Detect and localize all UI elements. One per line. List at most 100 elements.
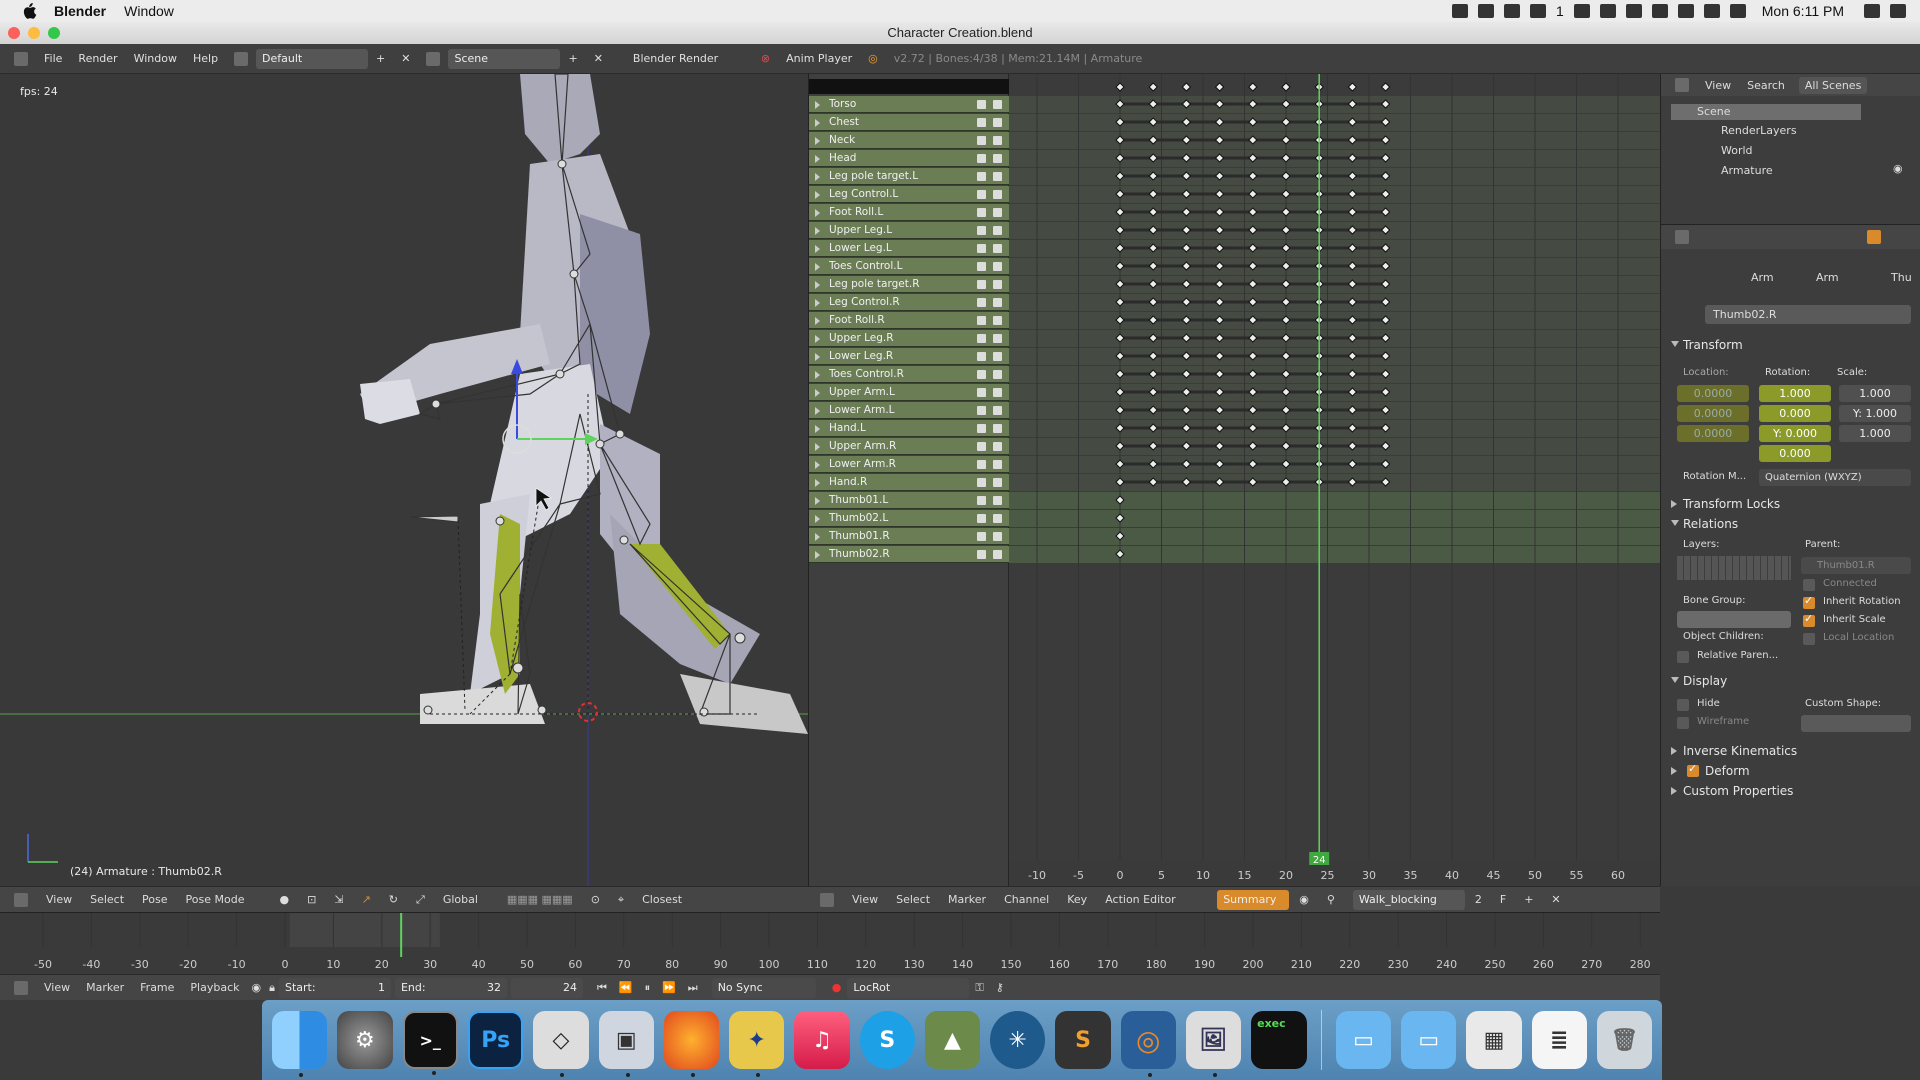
scene-field[interactable]: Scene bbox=[448, 48, 561, 69]
add-layout-button[interactable]: + bbox=[368, 49, 393, 69]
lock-icon[interactable] bbox=[993, 352, 1002, 361]
mute-speaker-icon[interactable] bbox=[977, 424, 986, 433]
wifi-icon[interactable] bbox=[1703, 4, 1720, 18]
terminal-icon[interactable]: >_ bbox=[402, 1011, 458, 1075]
channel-row[interactable]: Upper Arm.R bbox=[809, 438, 1009, 455]
relations-panel-header[interactable]: Relations bbox=[1667, 514, 1915, 534]
summary-channel[interactable] bbox=[809, 79, 1009, 94]
trash-icon[interactable]: 🗑︎ bbox=[1596, 1011, 1653, 1069]
expand-triangle-icon[interactable] bbox=[815, 119, 820, 127]
menu-file[interactable]: File bbox=[36, 49, 70, 69]
documents-folder-icon[interactable]: ▭ bbox=[1401, 1011, 1457, 1069]
insert-keyframe-icon[interactable]: ⚿ bbox=[969, 981, 989, 995]
time-machine-icon[interactable] bbox=[1651, 4, 1668, 18]
mute-speaker-icon[interactable] bbox=[977, 532, 986, 541]
channel-row[interactable]: Foot Roll.L bbox=[809, 204, 1009, 221]
filter-icon[interactable]: ⚲ bbox=[1319, 893, 1343, 906]
lock-icon[interactable] bbox=[993, 532, 1002, 541]
camera-icon[interactable] bbox=[1477, 4, 1494, 18]
custom-properties-panel-header[interactable]: Custom Properties bbox=[1667, 781, 1915, 801]
volume-icon[interactable] bbox=[1729, 4, 1746, 18]
deform-panel-header[interactable]: Deform bbox=[1667, 761, 1915, 781]
airplay-icon[interactable] bbox=[1625, 4, 1642, 18]
mute-speaker-icon[interactable] bbox=[977, 496, 986, 505]
delete-keyframe-icon[interactable]: ⚷ bbox=[990, 981, 1010, 994]
pole-target-bone[interactable] bbox=[409, 515, 459, 523]
anim-player-button[interactable]: Anim Player bbox=[778, 49, 860, 69]
unity-icon[interactable]: ◇ bbox=[533, 1011, 589, 1077]
transform-panel-header[interactable]: Transform bbox=[1667, 335, 1915, 355]
outliner-editor-icon[interactable] bbox=[1675, 78, 1689, 92]
expand-triangle-icon[interactable] bbox=[815, 497, 820, 505]
remove-layout-button[interactable]: ✕ bbox=[393, 49, 418, 69]
menubar-app-name[interactable]: Blender bbox=[54, 3, 106, 19]
jump-start-button[interactable]: ⏮ bbox=[591, 981, 613, 995]
translate-icon[interactable]: ↗ bbox=[354, 893, 379, 906]
mute-speaker-icon[interactable] bbox=[977, 334, 986, 343]
outliner[interactable]: View Search All Scenes Scene RenderLayer… bbox=[1660, 74, 1920, 224]
inherit-scale-checkbox[interactable] bbox=[1803, 612, 1815, 627]
channel-row[interactable]: Head bbox=[809, 150, 1009, 167]
lock-icon[interactable] bbox=[993, 154, 1002, 163]
outliner-item-renderlayers[interactable]: RenderLayers bbox=[1701, 124, 1797, 137]
apple-icon[interactable] bbox=[20, 3, 38, 19]
transform-locks-panel-header[interactable]: Transform Locks bbox=[1667, 494, 1915, 514]
channel-row[interactable]: Hand.L bbox=[809, 420, 1009, 437]
jump-end-button[interactable]: ⏭ bbox=[682, 981, 704, 995]
channel-row[interactable]: Lower Arm.L bbox=[809, 402, 1009, 419]
location-y[interactable]: 0.0000 bbox=[1677, 405, 1749, 422]
bone-tab-icon[interactable] bbox=[1867, 230, 1881, 244]
mute-speaker-icon[interactable] bbox=[977, 550, 986, 559]
pause-button[interactable]: ⏸ bbox=[639, 981, 657, 995]
channel-row[interactable]: Toes Control.L bbox=[809, 258, 1009, 275]
channel-row[interactable]: Foot Roll.R bbox=[809, 312, 1009, 329]
lock-icon[interactable] bbox=[993, 550, 1002, 559]
channel-row[interactable]: Lower Leg.L bbox=[809, 240, 1009, 257]
channel-row[interactable]: Toes Control.R bbox=[809, 366, 1009, 383]
lock-icon[interactable] bbox=[993, 280, 1002, 289]
display-panel-header[interactable]: Display bbox=[1667, 671, 1915, 691]
sync-mode-select[interactable]: No Sync bbox=[711, 977, 816, 998]
mute-speaker-icon[interactable] bbox=[977, 172, 986, 181]
rotation-mode-select[interactable]: Quaternion (WXYZ) bbox=[1759, 469, 1911, 486]
lock-icon[interactable] bbox=[993, 442, 1002, 451]
render-engine-select[interactable]: Blender Render bbox=[625, 49, 745, 69]
bluetooth-icon[interactable] bbox=[1677, 4, 1694, 18]
channel-row[interactable]: Lower Leg.R bbox=[809, 348, 1009, 365]
mute-speaker-icon[interactable] bbox=[977, 316, 986, 325]
scale-x[interactable]: 1.000 bbox=[1839, 385, 1911, 402]
outliner-menu-search[interactable]: Search bbox=[1747, 79, 1785, 92]
photoshop-icon[interactable]: Ps bbox=[467, 1011, 524, 1069]
layers-grid[interactable]: ▦▦▦ ▦▦▦ bbox=[499, 893, 581, 906]
expand-triangle-icon[interactable] bbox=[815, 263, 820, 271]
outliner-filter-select[interactable]: All Scenes bbox=[1798, 76, 1868, 94]
location-z[interactable]: 0.0000 bbox=[1677, 425, 1749, 442]
tl-menu-playback[interactable]: Playback bbox=[182, 981, 247, 994]
mute-speaker-icon[interactable] bbox=[977, 406, 986, 415]
keyframe-diamond[interactable] bbox=[1248, 82, 1258, 92]
system-preferences-icon[interactable]: ⚙ bbox=[337, 1011, 393, 1069]
lock-icon[interactable] bbox=[993, 190, 1002, 199]
action-field[interactable]: Walk_blocking bbox=[1352, 889, 1465, 910]
current-frame-field[interactable]: 24 bbox=[510, 977, 583, 998]
expand-triangle-icon[interactable] bbox=[815, 209, 820, 217]
expand-triangle-icon[interactable] bbox=[815, 407, 820, 415]
preview-icon[interactable]: 🖼︎ bbox=[1185, 1011, 1242, 1077]
mute-speaker-icon[interactable] bbox=[977, 298, 986, 307]
firefox-icon[interactable] bbox=[663, 1011, 720, 1077]
rotation-y[interactable]: Y: 0.000 bbox=[1759, 425, 1831, 442]
deform-checkbox[interactable] bbox=[1687, 762, 1699, 777]
channel-row[interactable]: Thumb02.R bbox=[809, 546, 1009, 563]
lock-icon[interactable] bbox=[993, 370, 1002, 379]
editor-type-icon[interactable] bbox=[0, 892, 36, 907]
expand-triangle-icon[interactable] bbox=[815, 155, 820, 163]
scale-z[interactable]: 1.000 bbox=[1839, 425, 1911, 442]
notification-icon[interactable] bbox=[1599, 4, 1616, 18]
local-location-checkbox[interactable] bbox=[1803, 633, 1815, 645]
mute-speaker-icon[interactable] bbox=[977, 370, 986, 379]
menubar-window[interactable]: Window bbox=[124, 3, 174, 19]
expand-triangle-icon[interactable] bbox=[815, 443, 820, 451]
mute-speaker-icon[interactable] bbox=[977, 388, 986, 397]
keying-set-field[interactable]: LocRot bbox=[847, 977, 970, 998]
mute-speaker-icon[interactable] bbox=[977, 154, 986, 163]
